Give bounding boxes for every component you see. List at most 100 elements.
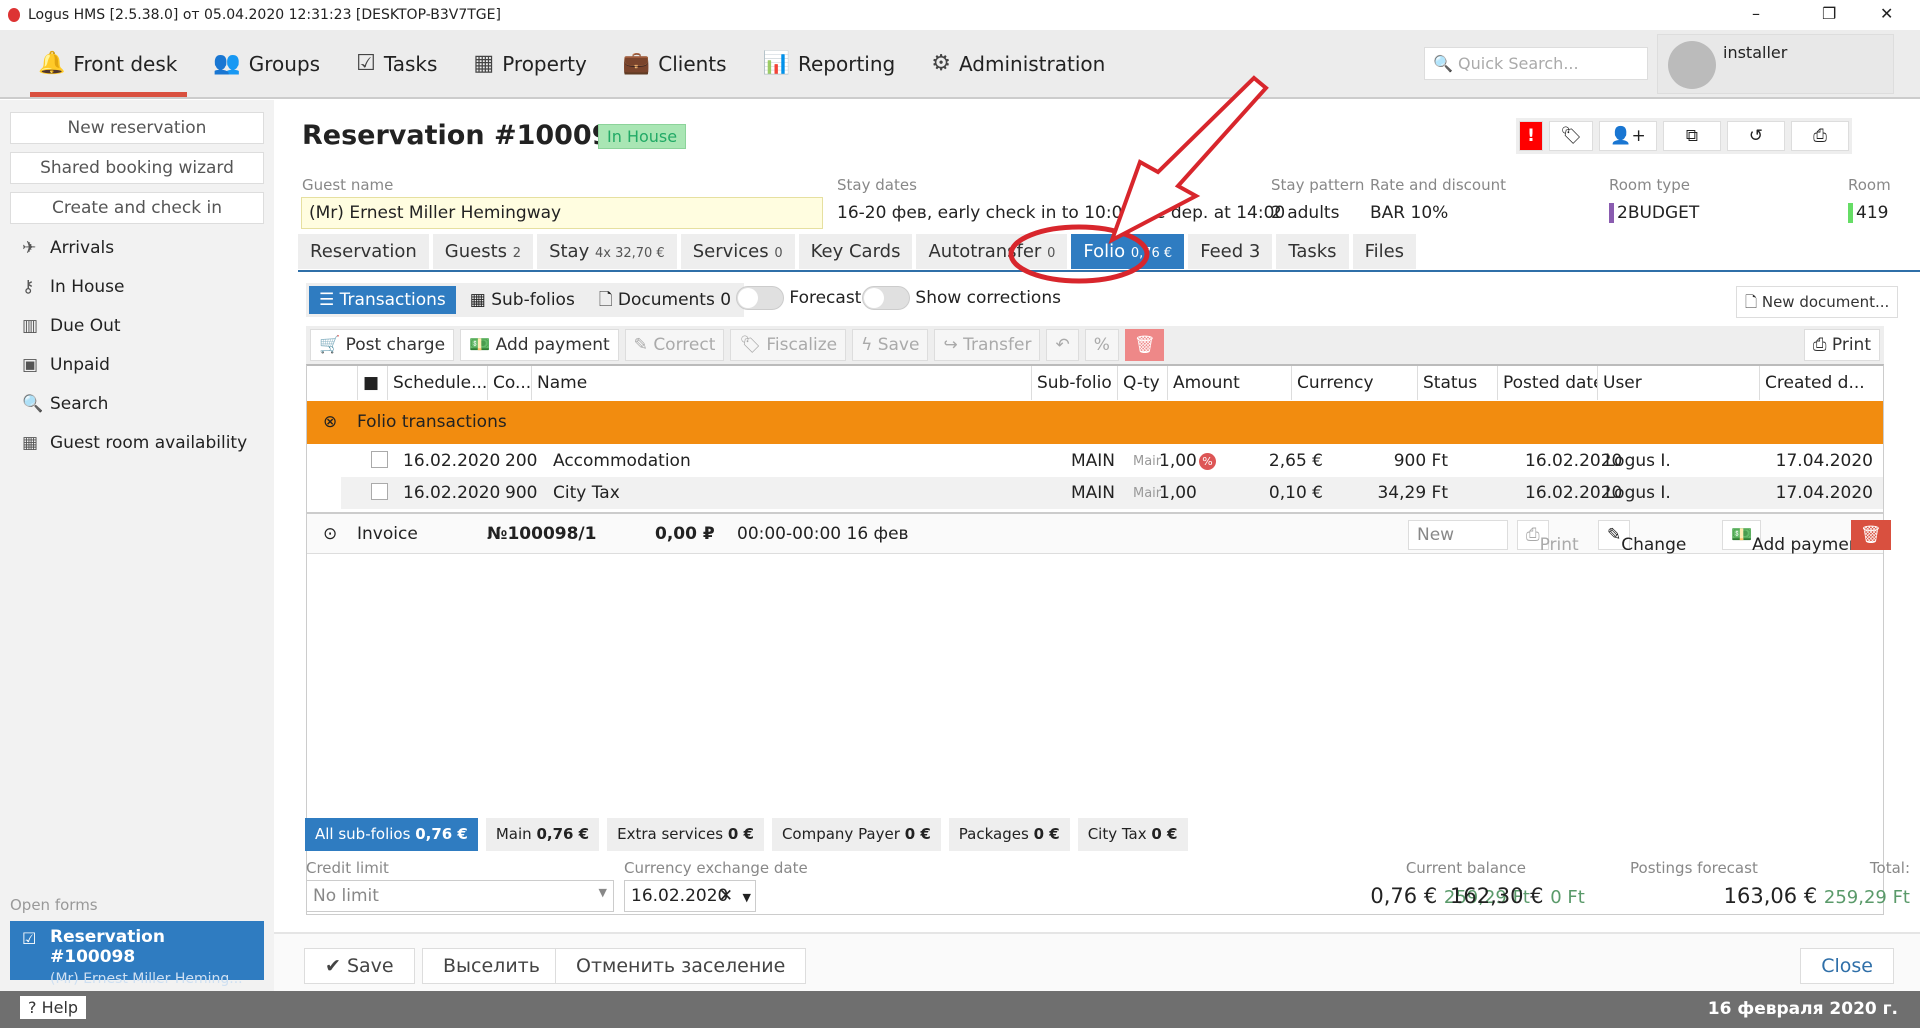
nav-tasks[interactable]: ☑ Tasks: [356, 30, 437, 97]
sidebar-item-guest-room-availability[interactable]: ▦ Guest room availability: [22, 433, 247, 453]
print-button[interactable]: ⎙: [1791, 121, 1849, 151]
table-row[interactable]: 16.02.2020 200 Accommodation MAIN Mair 1…: [307, 445, 1883, 477]
nav-clients[interactable]: 💼 Clients: [623, 30, 727, 97]
forecast-toggle[interactable]: Forecast: [736, 286, 861, 310]
transfer-button[interactable]: ↪ Transfer: [934, 329, 1041, 361]
maximize-icon[interactable]: ❐: [1822, 4, 1836, 23]
column-header[interactable]: Schedule...: [387, 366, 487, 400]
collapse-icon[interactable]: ⊗: [323, 401, 337, 444]
tab-files[interactable]: Files: [1352, 234, 1417, 269]
sidebar-item-in-house[interactable]: ⚷ In House: [22, 277, 124, 297]
table-row[interactable]: 16.02.2020 900 City Tax MAIN Mair 1,00 0…: [341, 477, 1883, 509]
toggle-switch[interactable]: [862, 286, 910, 310]
nav-reporting[interactable]: 📊 Reporting: [763, 30, 896, 97]
tab-label: Reservation: [310, 241, 417, 262]
check-out-button[interactable]: Выселить: [422, 948, 561, 984]
subfolio-tab-company-payer[interactable]: Company Payer 0 €: [771, 818, 941, 851]
tags-button[interactable]: 🏷: [1549, 121, 1593, 151]
tab-sub-folios[interactable]: ▦ Sub-folios: [460, 286, 585, 314]
column-header[interactable]: Currency: [1291, 366, 1417, 400]
add-payment-button[interactable]: 💵 Add payment: [460, 329, 619, 361]
save-button[interactable]: ✔ Save: [304, 948, 415, 984]
subfolio-tab-extra-services[interactable]: Extra services 0 €: [607, 818, 764, 851]
subfolio-tab-packages[interactable]: Packages 0 €: [948, 818, 1070, 851]
shared-booking-wizard-button[interactable]: Shared booking wizard: [10, 152, 264, 184]
quick-search-input[interactable]: 🔍 Quick Search...: [1424, 47, 1648, 80]
tab-autotransfer[interactable]: Autotransfer 0: [916, 234, 1068, 269]
guest-name-field[interactable]: (Mr) Ernest Miller Hemingway: [301, 197, 823, 229]
user-menu[interactable]: installer: [1657, 34, 1894, 94]
toggle-switch[interactable]: [736, 286, 784, 310]
discount-button[interactable]: %: [1084, 329, 1119, 361]
column-header[interactable]: Posted date: [1497, 366, 1597, 400]
nav-front-desk[interactable]: 🔔 Front desk: [29, 30, 188, 97]
tab-tasks[interactable]: Tasks: [1276, 234, 1349, 269]
sidebar-item-due-out[interactable]: ▥ Due Out: [22, 316, 121, 336]
new-reservation-button[interactable]: New reservation: [10, 112, 264, 144]
invoice-change-button[interactable]: ✎ Change: [1598, 520, 1686, 555]
invoice-add-payment-button[interactable]: 💵 Add payment: [1722, 520, 1866, 555]
invoice-print-button[interactable]: ⎙ Print: [1517, 520, 1579, 555]
print-folio-button[interactable]: ⎙ Print: [1803, 329, 1880, 361]
tab-transactions[interactable]: ☰ Transactions: [309, 286, 456, 314]
invoice-number: №100098/1: [487, 524, 597, 544]
add-guest-button[interactable]: 👤+: [1599, 121, 1657, 151]
copy-button[interactable]: ⧉: [1663, 121, 1721, 151]
new-document-button[interactable]: 🗋 New document...: [1736, 286, 1899, 318]
open-form-reservation[interactable]: ☑ Reservation #100098 (Mr) Ernest Miller H…: [10, 921, 264, 987]
correct-button[interactable]: ✎ Correct: [624, 329, 725, 361]
row-checkbox[interactable]: [371, 483, 388, 500]
nav-groups[interactable]: 👥 Groups: [213, 30, 320, 97]
invoice-delete-icon[interactable]: 🗑: [1851, 520, 1891, 550]
cancel-check-in-button[interactable]: Отменить заселение: [555, 948, 807, 984]
subfolio-tab-main[interactable]: Main 0,76 €: [485, 818, 600, 851]
close-button[interactable]: Close: [1800, 948, 1894, 984]
minimize-icon[interactable]: –: [1752, 4, 1760, 23]
row-checkbox[interactable]: [371, 451, 388, 468]
group-row-folio-transactions[interactable]: ⊗ Folio transactions: [307, 401, 1883, 444]
invoice-state-field[interactable]: New: [1408, 520, 1508, 550]
help-button[interactable]: ? Help: [20, 996, 87, 1019]
nav-administration[interactable]: ⚙ Administration: [931, 30, 1105, 97]
total: 163,06 € 259,29 Ft: [1724, 884, 1910, 908]
save-transaction-button[interactable]: ϟ Save: [852, 329, 929, 361]
column-header[interactable]: Co...: [487, 366, 531, 400]
column-header[interactable]: Status: [1417, 366, 1497, 400]
tab-documents[interactable]: 🗋 Documents 0: [589, 286, 741, 314]
post-charge-button[interactable]: 🛒 Post charge: [310, 329, 455, 361]
column-header[interactable]: User: [1597, 366, 1759, 400]
delete-icon[interactable]: 🗑: [1124, 329, 1165, 361]
column-header[interactable]: Amount: [1167, 366, 1291, 400]
select-all-checkbox[interactable]: ■: [357, 366, 387, 400]
clear-icon[interactable]: ✕: [719, 886, 733, 906]
tab-guests[interactable]: Guests 2: [432, 234, 534, 269]
close-window-icon[interactable]: ✕: [1880, 4, 1893, 23]
subfolio-tab-city-tax[interactable]: City Tax 0 €: [1077, 818, 1188, 851]
chevron-down-icon[interactable]: ▼: [743, 891, 751, 904]
expand-icon[interactable]: ⊙: [323, 524, 337, 544]
show-corrections-toggle[interactable]: Show corrections: [862, 286, 1061, 310]
column-header[interactable]: Name: [531, 366, 1031, 400]
credit-limit-select[interactable]: No limit ▼: [306, 880, 614, 912]
history-button[interactable]: ↺: [1727, 121, 1785, 151]
create-and-check-in-button[interactable]: Create and check in: [10, 192, 264, 224]
undo-icon[interactable]: ↶: [1046, 329, 1079, 361]
sidebar-item-arrivals[interactable]: ✈ Arrivals: [22, 238, 114, 258]
invoice-row[interactable]: ⊙ Invoice №100098/1 0,00 ₽ 00:00-00:00 1…: [307, 512, 1891, 555]
sidebar-item-search[interactable]: 🔍 Search: [22, 394, 108, 414]
tab-folio[interactable]: Folio 0,76 €: [1071, 234, 1185, 269]
nav-property[interactable]: ▦ Property: [473, 30, 586, 97]
alert-icon[interactable]: !: [1519, 121, 1543, 151]
subfolio-tab-all[interactable]: All sub-folios 0,76 €: [305, 818, 478, 851]
column-header[interactable]: Q-ty: [1117, 366, 1167, 400]
fiscalize-button[interactable]: 🏷 Fiscalize: [730, 329, 847, 361]
tab-feed[interactable]: Feed 3: [1188, 234, 1273, 269]
tab-services[interactable]: Services 0: [680, 234, 795, 269]
column-header[interactable]: Created d...: [1759, 366, 1883, 400]
tab-key-cards[interactable]: Key Cards: [798, 234, 913, 269]
tab-stay[interactable]: Stay 4x 32,70 €: [537, 234, 677, 269]
column-header[interactable]: Sub-folio: [1031, 366, 1117, 400]
tab-reservation[interactable]: Reservation: [298, 234, 429, 269]
exchange-date-field[interactable]: 16.02.2020 ✕ ▼: [624, 880, 756, 912]
sidebar-item-unpaid[interactable]: ▣ Unpaid: [22, 355, 110, 375]
